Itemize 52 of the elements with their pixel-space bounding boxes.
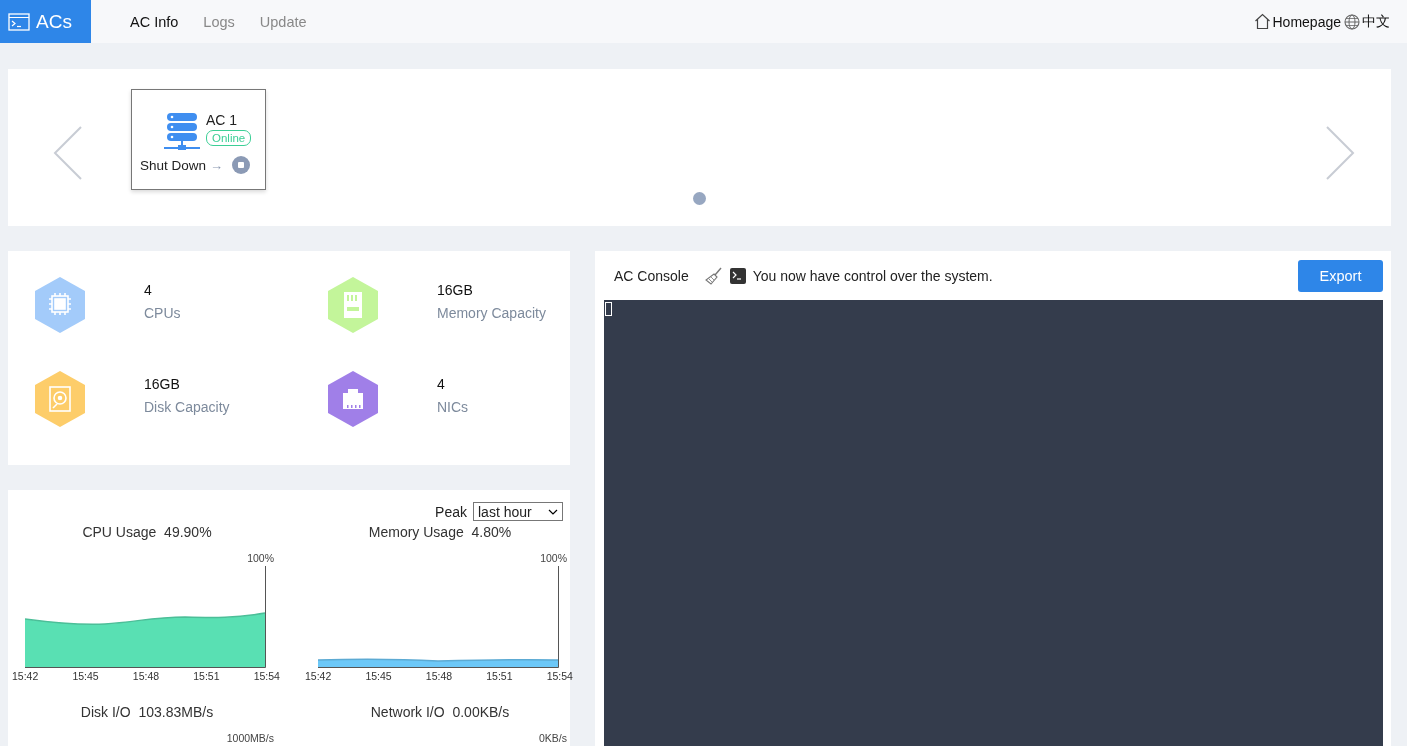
axis-tick-label: 15:45	[72, 670, 99, 682]
axis-tick-label: 15:54	[546, 670, 573, 682]
stat-value: 16GB	[437, 282, 474, 298]
axis-tick-label: 15:45	[365, 670, 392, 682]
stat-value: 16GB	[144, 376, 181, 392]
pagination-dot[interactable]	[693, 192, 706, 205]
text-cursor	[605, 302, 612, 316]
chevron-left-icon[interactable]	[53, 126, 83, 180]
language-link[interactable]: 中文	[1362, 12, 1390, 31]
homepage-link[interactable]: Homepage	[1272, 13, 1341, 30]
axis-tick-label: 15:42	[12, 670, 39, 682]
axis-tick-label: 15:54	[253, 670, 280, 682]
console-message: You now have control over the system.	[752, 267, 993, 284]
app-logo[interactable]: ACs	[0, 0, 91, 43]
period-select[interactable]: last hour	[473, 502, 563, 521]
axis-tick-label: 15:48	[132, 670, 160, 682]
stat-label: NICs	[437, 399, 469, 415]
chevron-right-icon[interactable]	[1325, 126, 1355, 180]
device-name: AC 1	[206, 112, 238, 128]
broom-icon[interactable]	[704, 266, 723, 285]
export-button[interactable]: Export	[1298, 259, 1383, 292]
status-badge: Online	[206, 130, 252, 146]
chart-title: Disk I/O 103.83MB/s	[79, 704, 215, 720]
stat-value: 4	[144, 282, 153, 298]
chart-title: Network I/O 0.00KB/s	[369, 704, 511, 720]
server-icon	[164, 112, 200, 152]
axis-max-label: 1000MB/s	[225, 732, 275, 744]
axis-tick-label: 15:51	[193, 670, 220, 682]
axis-tick-label: 15:42	[305, 670, 332, 682]
shutdown-label: Shut Down	[140, 157, 207, 173]
chart-title: CPU Usage 49.90%	[81, 524, 213, 540]
terminal-window-icon	[8, 12, 30, 31]
globe-icon	[1344, 13, 1360, 30]
axis-max-label: 100%	[246, 552, 275, 564]
console-title: AC Console	[614, 267, 689, 284]
stop-button-icon[interactable]	[232, 156, 251, 174]
nav-tab[interactable]: AC Info	[130, 13, 179, 30]
terminal-icon	[729, 267, 746, 284]
axis-tick-label: 15:48	[425, 670, 453, 682]
stat-label: Memory Capacity	[437, 305, 546, 321]
stat-label: CPUs	[144, 305, 181, 321]
chart-title: Memory Usage 4.80%	[367, 524, 513, 540]
device-card[interactable]: AC 1 Online Shut Down →	[131, 89, 266, 190]
stat-value: 4	[437, 376, 446, 392]
caret-icon	[548, 508, 558, 515]
peak-label: Peak	[435, 503, 467, 520]
stat-label: Disk Capacity	[144, 399, 230, 415]
axis-tick-label: 15:51	[486, 670, 513, 682]
arrow-glyph: →	[210, 157, 224, 173]
axis-max-label: 100%	[539, 552, 568, 564]
axis-max-label: 0KB/s	[538, 732, 568, 744]
home-icon	[1253, 13, 1271, 30]
